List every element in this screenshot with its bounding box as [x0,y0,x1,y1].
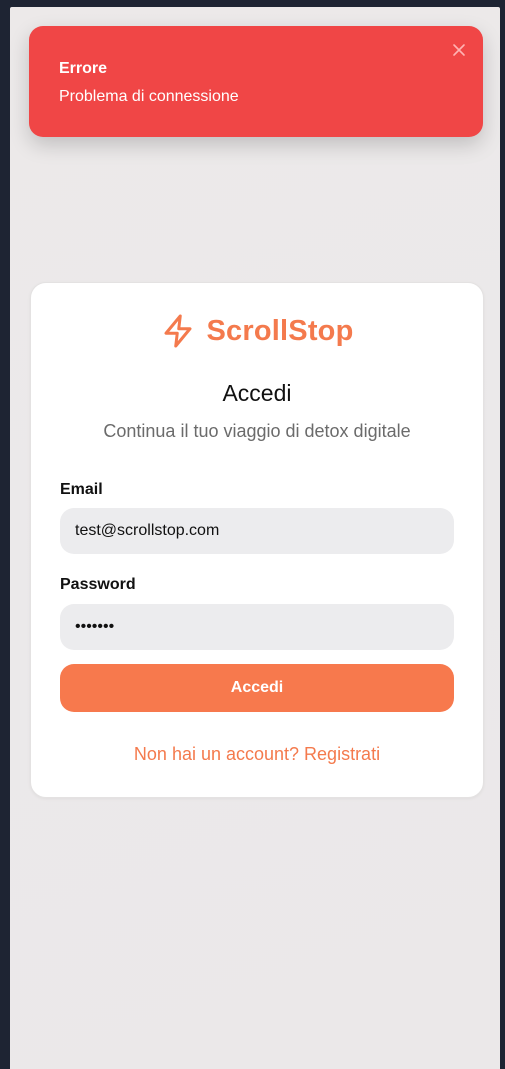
email-label: Email [60,481,103,498]
login-button[interactable]: Accedi [60,664,454,712]
register-link[interactable]: Non hai un account? Registrati [31,744,483,765]
password-label: Password [60,576,136,593]
email-field[interactable] [60,508,454,554]
error-toast: Errore Problema di connessione [29,26,483,137]
app-viewport: Errore Problema di connessione ScrollSto… [10,7,500,1069]
lightning-bolt-icon [164,314,192,348]
login-card: ScrollStop Accedi Continua il tuo viaggi… [30,282,484,798]
brand-logo: ScrollStop [31,311,483,351]
page-subtitle: Continua il tuo viaggio di detox digital… [103,421,411,441]
toast-message: Problema di connessione [59,88,239,105]
close-icon[interactable] [451,42,467,58]
toast-title: Errore [59,60,108,77]
password-field[interactable] [60,604,454,650]
page-title: Accedi [222,380,292,406]
brand-name: ScrollStop [206,314,354,347]
